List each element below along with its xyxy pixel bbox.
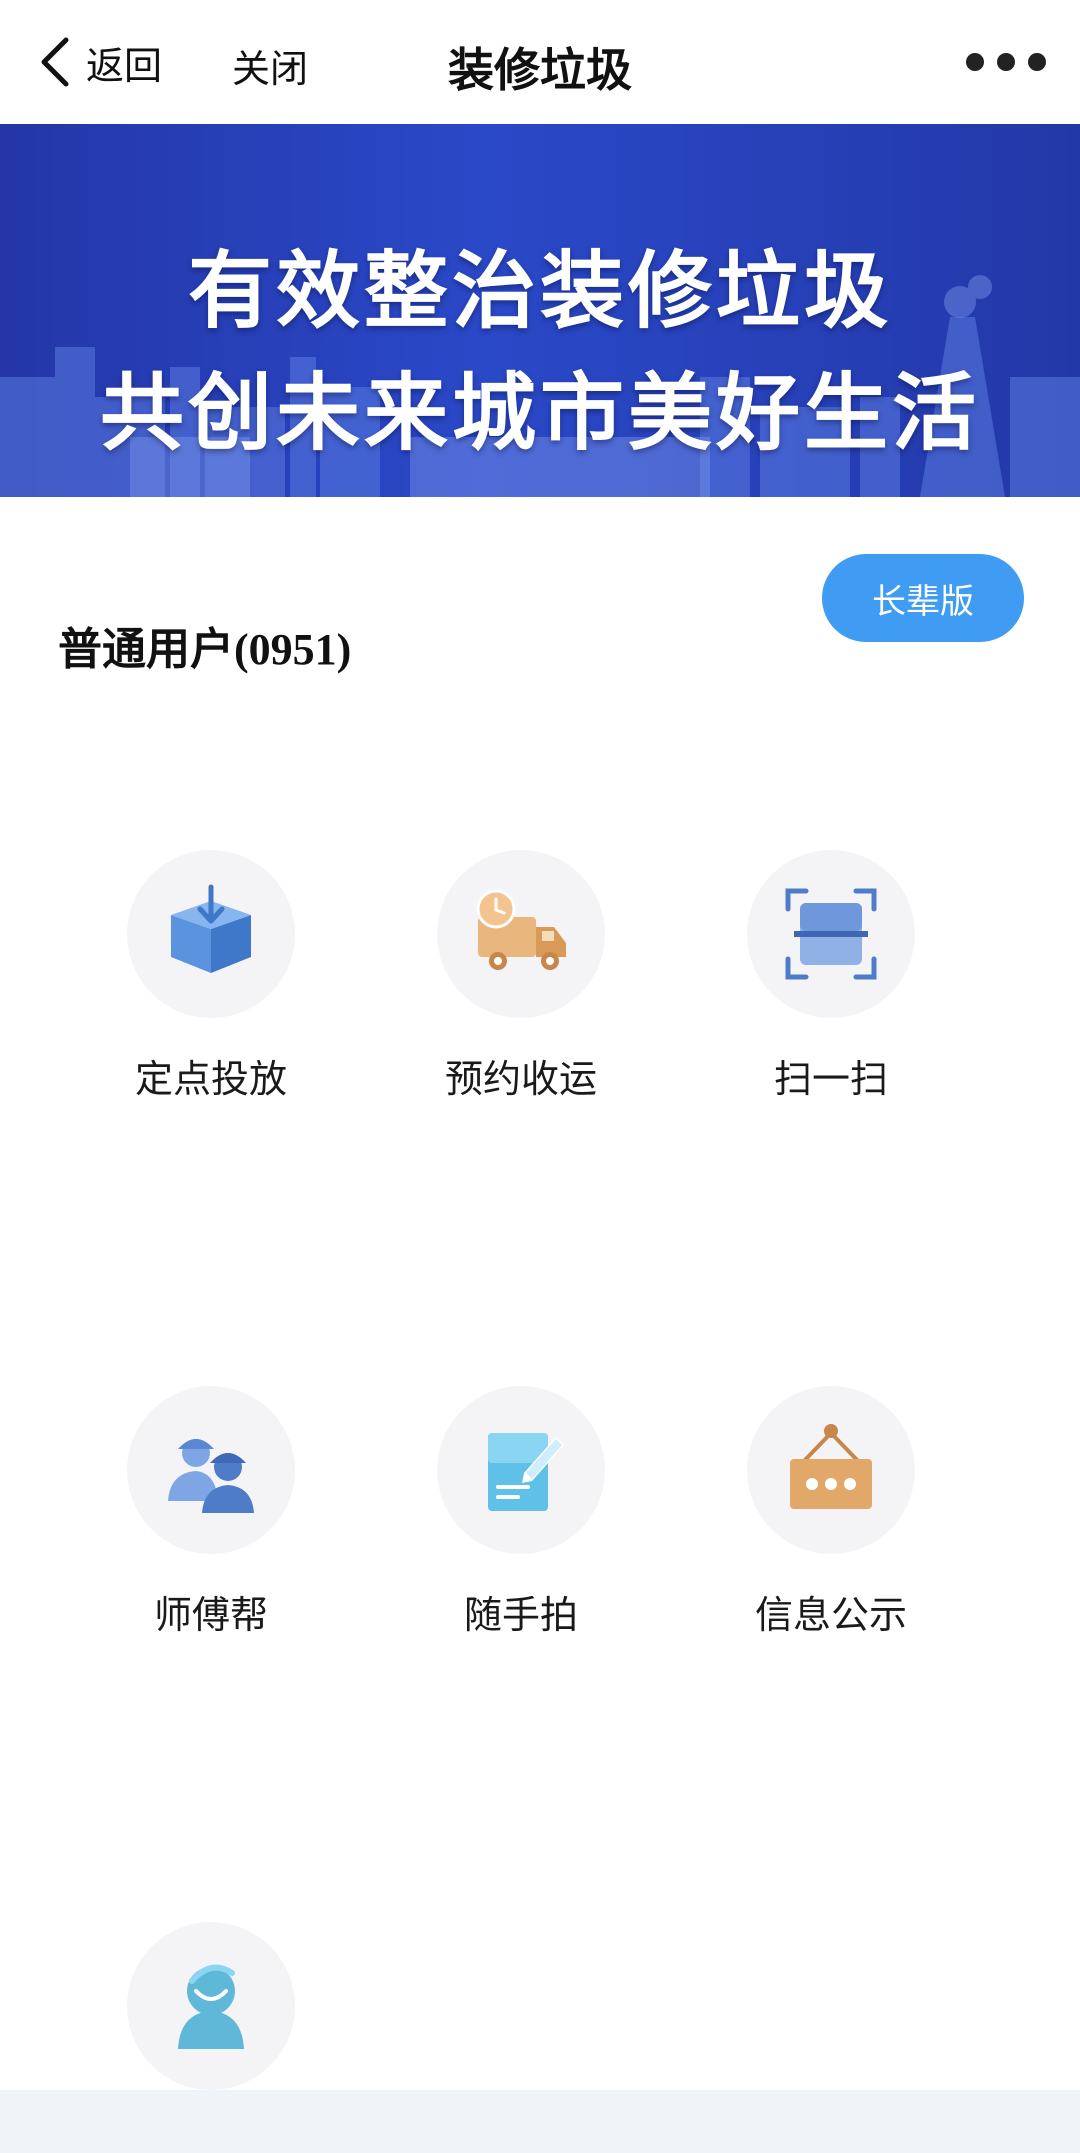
delivery-truck-icon [476, 889, 566, 970]
menu-item-scan[interactable]: 扫一扫 [685, 850, 985, 1130]
more-menu-button[interactable] [966, 44, 1046, 80]
workers-icon [168, 1439, 254, 1513]
menu-icon-circle [437, 1386, 605, 1554]
page-title: 装修垃圾 [448, 43, 632, 97]
banner-headline-1: 有效整治装修垃圾 [187, 242, 892, 340]
scan-icon [785, 888, 877, 980]
hero-banner: 有效整治装修垃圾 共创未来城市美好生活 [0, 124, 1080, 497]
menu-icon-circle [747, 1386, 915, 1554]
menu-item-label: 定点投放 [134, 1057, 287, 1101]
menu-icon-circle [747, 850, 915, 1018]
menu-item-schedule-pickup[interactable]: 预约收运 [375, 850, 675, 1130]
more-dot-icon [966, 53, 984, 71]
menu-item-public-info[interactable]: 信息公示 [685, 1386, 985, 1666]
user-code: (0951) [234, 625, 352, 674]
more-dot-icon [1028, 53, 1046, 71]
bottom-bar [0, 2090, 1080, 2153]
notice-board-icon [790, 1424, 872, 1509]
menu-item-label: 信息公示 [754, 1593, 907, 1637]
more-dot-icon [997, 53, 1015, 71]
menu-icon-circle [127, 1386, 295, 1554]
menu-item-label: 师傅帮 [153, 1593, 268, 1637]
menu-item-snapshot[interactable]: 随手拍 [375, 1386, 675, 1666]
menu-item-label: 扫一扫 [773, 1057, 888, 1101]
note-pen-icon [488, 1433, 564, 1511]
menu-item-label: 随手拍 [463, 1593, 578, 1637]
menu-icon-circle [127, 1922, 295, 2090]
menu-item-label: 预约收运 [444, 1057, 597, 1101]
menu-item-master-help[interactable]: 师傅帮 [65, 1386, 365, 1666]
menu-icon-circle [127, 850, 295, 1018]
banner-headline-2: 共创未来城市美好生活 [99, 364, 980, 462]
app-page: 返回 关闭 装修垃圾 有效整治装修垃圾 共创未来城市美好生活 长辈版 普通用户(… [0, 0, 1080, 2153]
customer-service-icon [178, 1964, 244, 2049]
elder-mode-button[interactable]: 长辈版 [822, 554, 1024, 642]
menu-item-drop-off[interactable]: 定点投放 [65, 850, 365, 1130]
top-nav-bar: 返回 关闭 装修垃圾 [0, 0, 1080, 124]
menu-icon-circle [437, 850, 605, 1018]
user-type-label: 普通用户(0951) [58, 613, 351, 677]
box-drop-icon [171, 884, 251, 973]
user-role: 普通用户 [58, 624, 234, 675]
